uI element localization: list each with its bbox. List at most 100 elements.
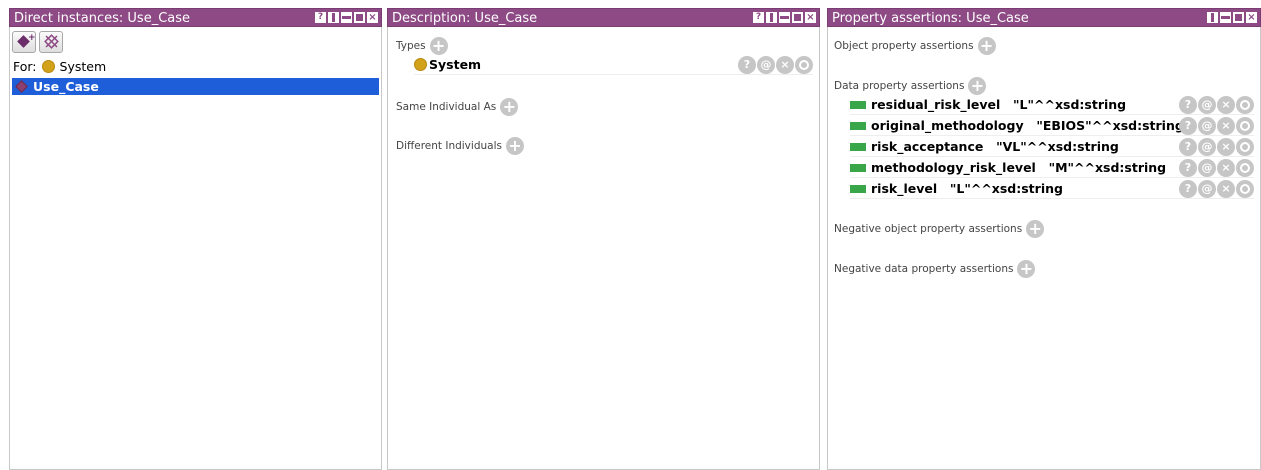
delete-icon[interactable]: × (1217, 96, 1235, 114)
type-label: System (429, 57, 482, 72)
add-different-individual-button[interactable]: + (505, 137, 524, 155)
annotate-icon[interactable]: @ (1198, 159, 1216, 177)
data-property-icon (850, 100, 866, 109)
close-view-icon[interactable]: × (1246, 12, 1257, 23)
data-property-icon (850, 184, 866, 193)
for-class-name: System (59, 59, 107, 74)
delete-icon[interactable]: × (1217, 138, 1235, 156)
instance-list-item[interactable]: Use_Case (12, 78, 379, 95)
edit-icon[interactable] (795, 56, 813, 74)
add-type-button[interactable]: + (429, 37, 448, 55)
data-assertion-row[interactable]: original_methodology "EBIOS"^^xsd:string… (850, 116, 1254, 136)
split-horizontal-icon[interactable] (1220, 12, 1231, 23)
edit-icon[interactable] (1236, 117, 1254, 135)
split-horizontal-icon[interactable] (341, 12, 352, 23)
delete-individual-icon (44, 34, 59, 49)
property-name: risk_acceptance (871, 139, 984, 154)
types-label: Types (396, 40, 426, 52)
help-icon[interactable]: ? (738, 56, 756, 74)
instance-label: Use_Case (33, 79, 99, 94)
help-icon[interactable]: ? (1179, 117, 1197, 135)
view-title: Description: Use_Case (392, 11, 538, 26)
annotate-icon[interactable]: @ (757, 56, 775, 74)
data-property-section: Data property assertions + (834, 77, 987, 95)
view-title: Property assertions: Use_Case (832, 11, 1029, 26)
edit-icon[interactable] (1236, 159, 1254, 177)
data-assertion-row[interactable]: risk_level "L"^^xsd:string ? @ × (850, 179, 1254, 199)
delete-icon[interactable]: × (1217, 117, 1235, 135)
negative-data-property-label: Negative data property assertions (834, 263, 1014, 275)
add-individual-button[interactable]: + (12, 31, 36, 53)
split-horizontal-icon[interactable] (779, 12, 790, 23)
negative-object-property-label: Negative object property assertions (834, 223, 1023, 235)
delete-icon[interactable]: × (1217, 159, 1235, 177)
view-title-bar: Property assertions: Use_Case × (827, 8, 1261, 27)
property-name: original_methodology (871, 118, 1024, 133)
delete-icon[interactable]: × (1217, 180, 1235, 198)
data-assertion-row[interactable]: risk_acceptance "VL"^^xsd:string ? @ × (850, 137, 1254, 157)
property-value: "L"^^xsd:string (1013, 97, 1127, 112)
delete-individual-button[interactable] (39, 31, 63, 53)
help-icon[interactable]: ? (1179, 138, 1197, 156)
annotate-icon[interactable]: @ (1198, 117, 1216, 135)
edit-icon[interactable] (1236, 180, 1254, 198)
annotate-icon[interactable]: @ (1198, 138, 1216, 156)
svg-text:+: + (28, 33, 35, 43)
property-name: methodology_risk_level (871, 160, 1036, 175)
data-property-icon (850, 121, 866, 130)
maximize-icon[interactable] (1233, 12, 1244, 23)
edit-icon[interactable] (1236, 96, 1254, 114)
same-individual-label: Same Individual As (396, 101, 497, 113)
different-individuals-section: Different Individuals + (396, 137, 524, 155)
view-content: Object property assertions + Data proper… (827, 27, 1261, 470)
add-negative-data-property-button[interactable]: + (1017, 260, 1036, 278)
view-title-bar: Direct instances: Use_Case ? × (9, 8, 382, 27)
type-row[interactable]: System ? @ × (414, 55, 813, 75)
add-negative-object-property-button[interactable]: + (1026, 220, 1045, 238)
split-vertical-icon[interactable] (328, 12, 339, 23)
delete-icon[interactable]: × (776, 56, 794, 74)
data-property-icon (850, 142, 866, 151)
class-icon (414, 58, 427, 71)
help-icon[interactable]: ? (753, 12, 764, 23)
close-view-icon[interactable]: × (805, 12, 816, 23)
view-content: + For: System Use_Case (9, 27, 382, 470)
object-property-label: Object property assertions (834, 40, 974, 52)
property-value: "VL"^^xsd:string (996, 139, 1119, 154)
help-icon[interactable]: ? (1179, 180, 1197, 198)
close-view-icon[interactable]: × (367, 12, 378, 23)
data-assertion-row[interactable]: methodology_risk_level "M"^^xsd:string ?… (850, 158, 1254, 178)
for-class-row: For: System (13, 59, 106, 74)
view-content: Types + System ? @ × Same Individual As … (387, 27, 820, 470)
object-property-section: Object property assertions + (834, 37, 996, 55)
class-icon (41, 60, 55, 73)
property-value: "M"^^xsd:string (1048, 160, 1167, 175)
edit-icon[interactable] (1236, 138, 1254, 156)
for-label: For: (13, 59, 37, 74)
help-icon[interactable]: ? (1179, 159, 1197, 177)
negative-object-property-section: Negative object property assertions + (834, 220, 1045, 238)
description-view: Description: Use_Case ? × Types + System… (387, 8, 820, 470)
annotate-icon[interactable]: @ (1198, 96, 1216, 114)
add-data-property-button[interactable]: + (968, 77, 987, 95)
data-property-icon (850, 163, 866, 172)
individual-icon (15, 80, 28, 93)
add-same-individual-button[interactable]: + (500, 98, 519, 116)
help-icon[interactable]: ? (1179, 96, 1197, 114)
annotate-icon[interactable]: @ (1198, 180, 1216, 198)
split-vertical-icon[interactable] (1207, 12, 1218, 23)
same-individual-section: Same Individual As + (396, 98, 519, 116)
maximize-icon[interactable] (792, 12, 803, 23)
view-title-bar: Description: Use_Case ? × (387, 8, 820, 27)
maximize-icon[interactable] (354, 12, 365, 23)
negative-data-property-section: Negative data property assertions + (834, 260, 1036, 278)
property-assertions-view: Property assertions: Use_Case × Object p… (827, 8, 1261, 470)
data-assertion-row[interactable]: residual_risk_level "L"^^xsd:string ? @ … (850, 95, 1254, 115)
different-individuals-label: Different Individuals (396, 140, 502, 152)
add-individual-icon: + (17, 33, 36, 48)
property-name: residual_risk_level (871, 97, 1001, 112)
split-vertical-icon[interactable] (766, 12, 777, 23)
add-object-property-button[interactable]: + (977, 37, 996, 55)
help-icon[interactable]: ? (315, 12, 326, 23)
types-section: Types + (396, 37, 448, 55)
